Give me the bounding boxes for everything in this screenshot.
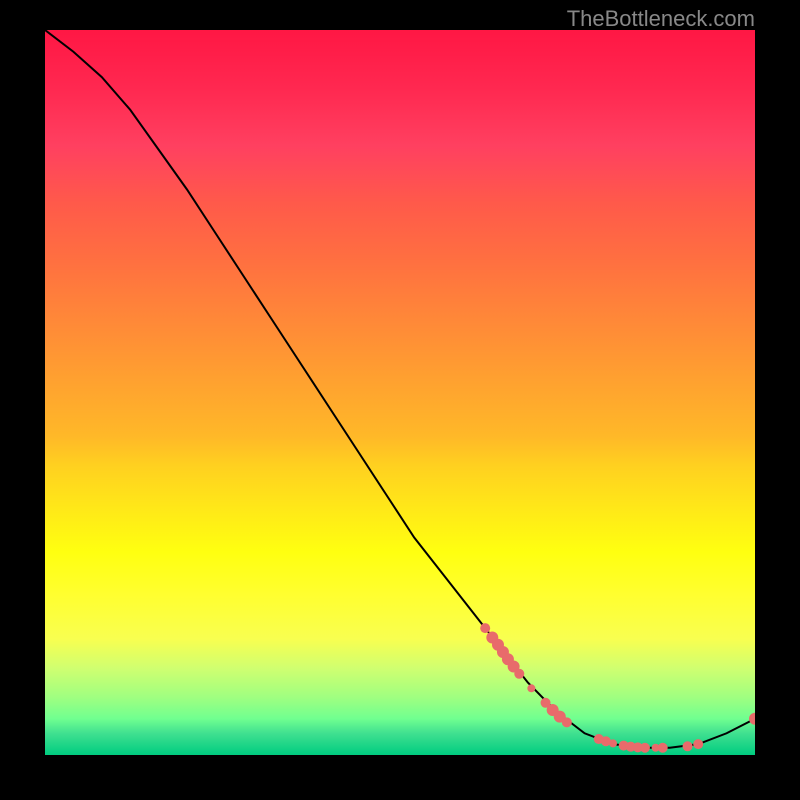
chart-overlay [45,30,755,755]
data-point [562,717,572,727]
data-point [514,669,524,679]
watermark-text: TheBottleneck.com [567,6,755,32]
bottleneck-curve [45,30,755,748]
data-point [658,743,668,753]
data-point [480,623,490,633]
data-point [609,739,617,747]
data-point [527,684,535,692]
data-point [683,741,693,751]
data-point [640,743,650,753]
plot-area [45,30,755,755]
chart-container: TheBottleneck.com [0,0,800,800]
data-point [749,713,755,725]
data-point [693,739,703,749]
